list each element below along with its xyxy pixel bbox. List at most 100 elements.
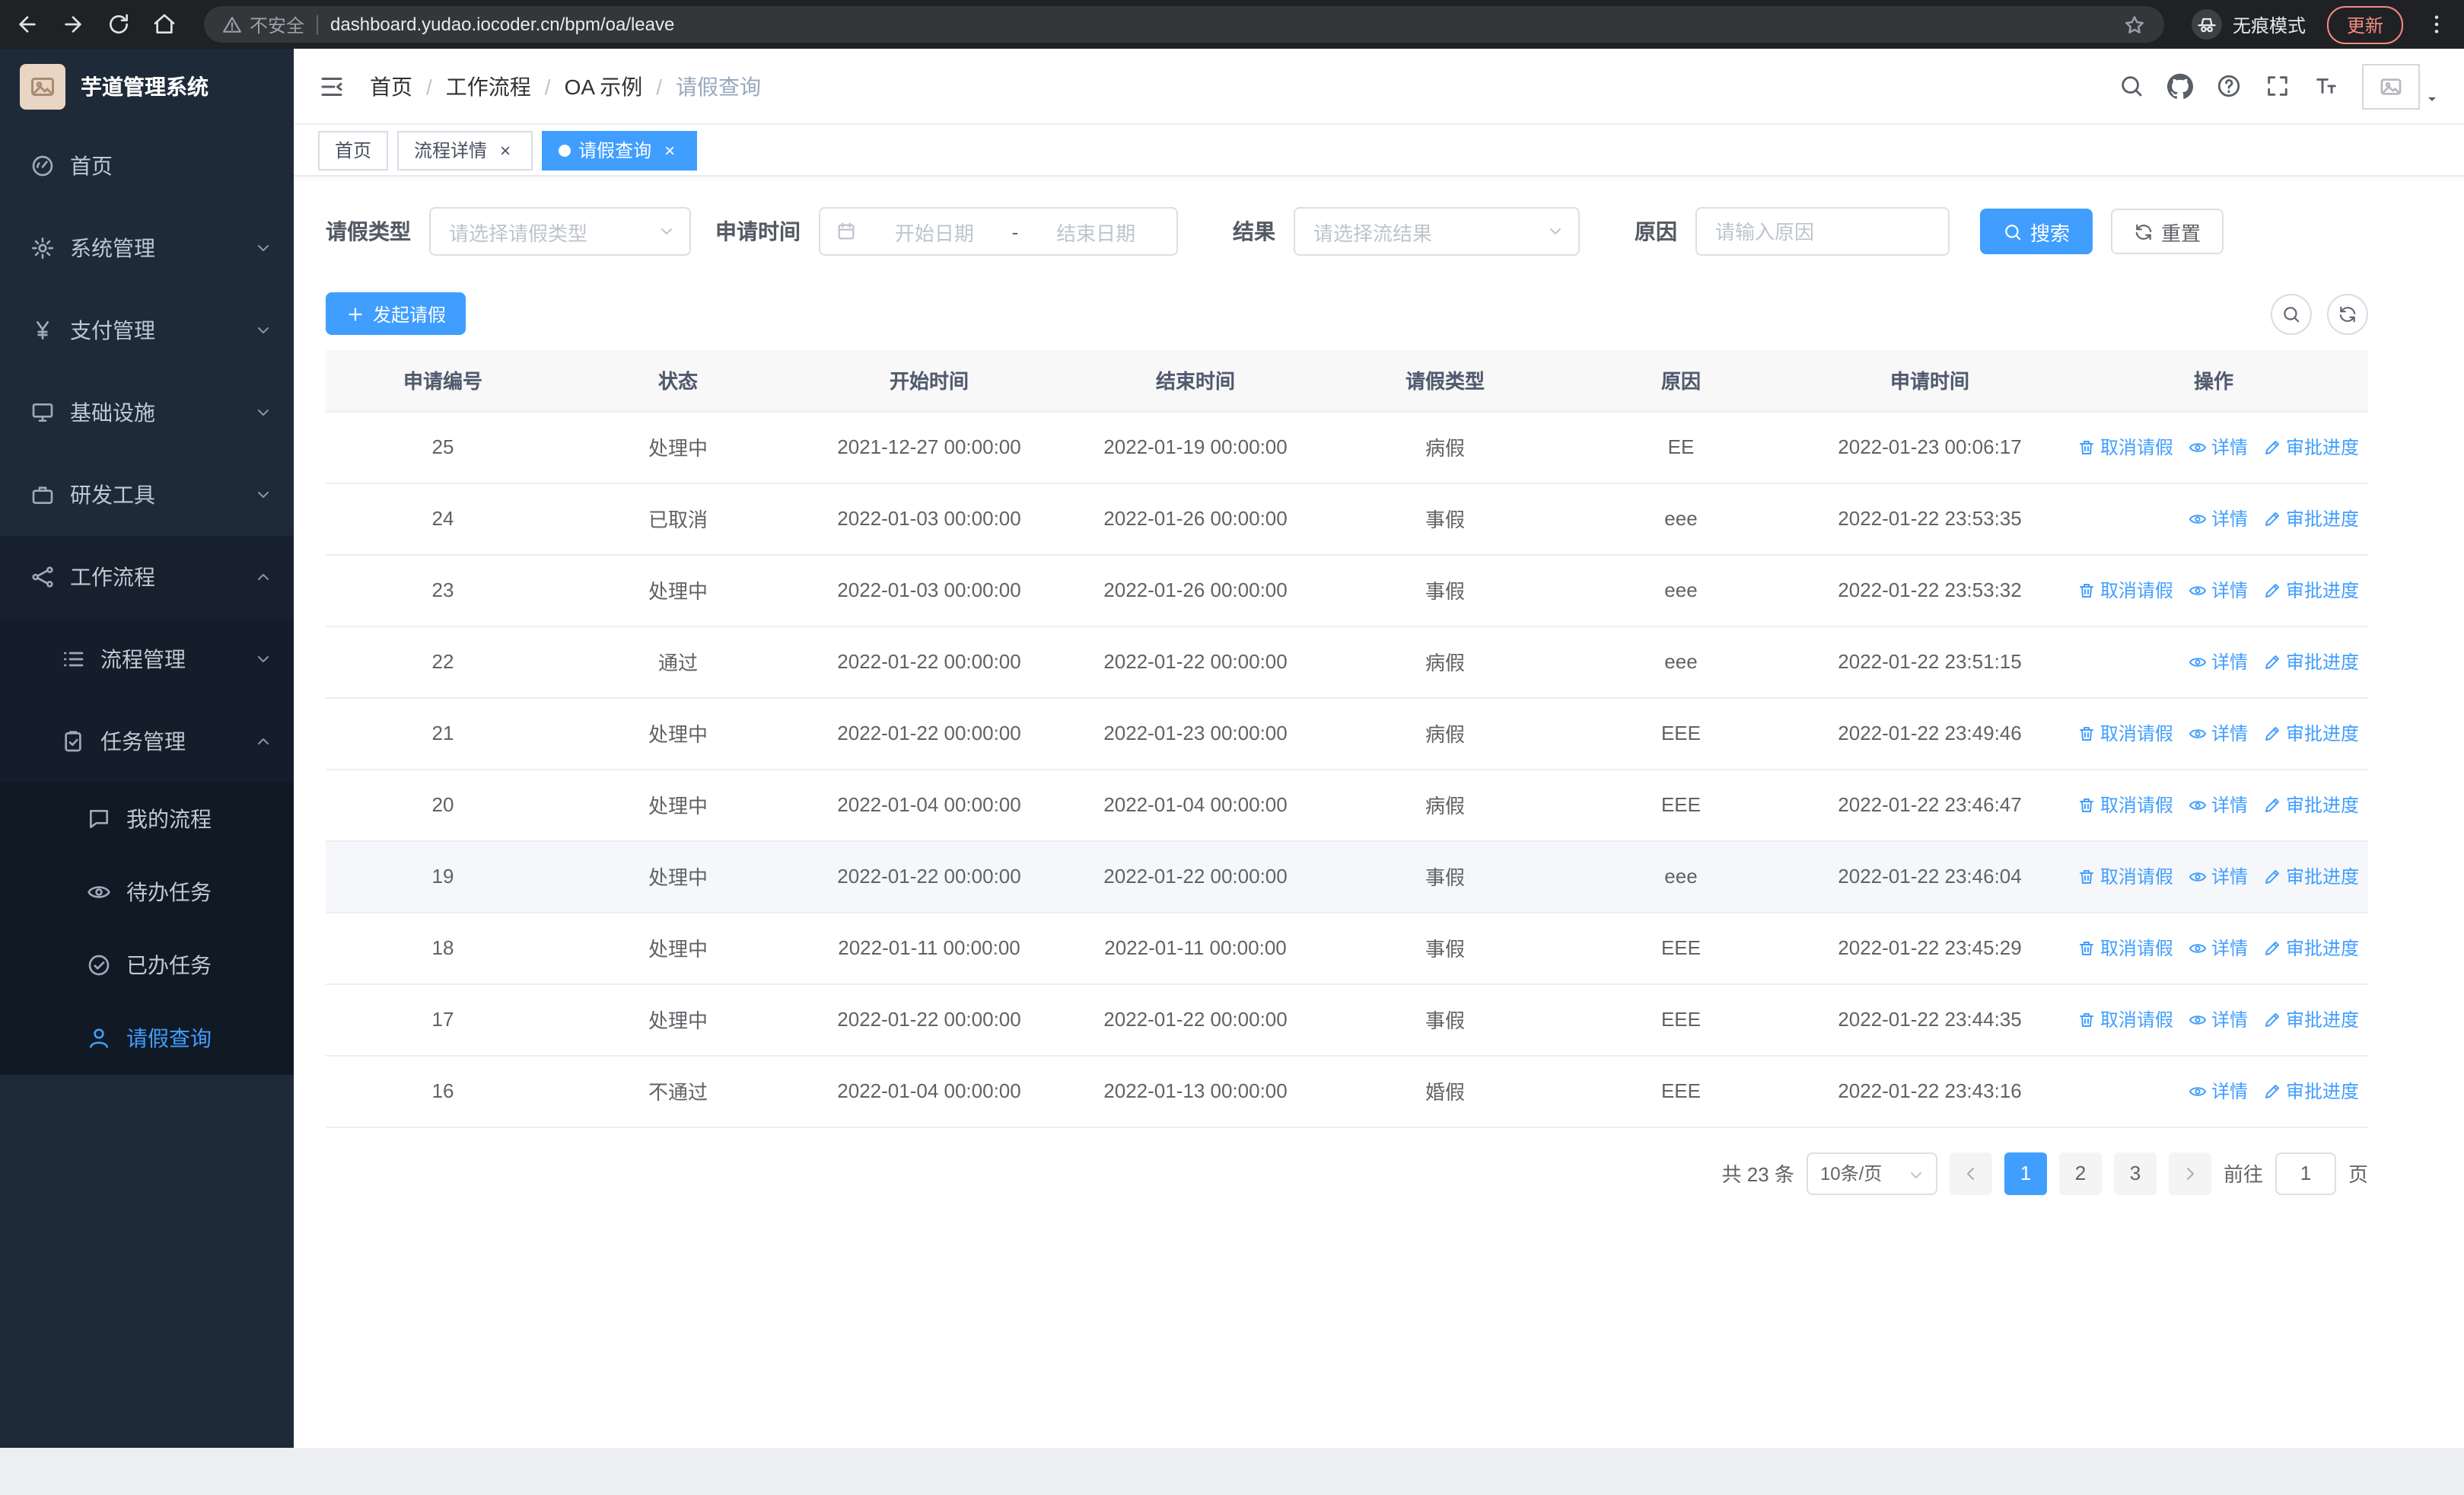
cell-type: 事假 — [1329, 912, 1561, 984]
cancel-leave-link[interactable]: 取消请假 — [2077, 577, 2173, 603]
tab-leave-query[interactable]: 请假查询 × — [542, 130, 698, 170]
table-row[interactable]: 19 处理中 2022-01-22 00:00:00 2022-01-22 00:00… — [326, 840, 2368, 913]
tab-process-detail[interactable]: 流程详情 × — [397, 130, 533, 170]
sidebar-menu: 首页 系统管理 支付管理 基础设施 研发工具 工作流程 流程管理 任务管理 我的流程 待办任务 已办… — [0, 125, 294, 1075]
edit-icon — [2263, 1010, 2281, 1028]
toggle-search-button[interactable] — [2271, 293, 2312, 334]
detail-link[interactable]: 详情 — [2189, 720, 2248, 746]
goto-page-input[interactable] — [2275, 1152, 2336, 1194]
table-row[interactable]: 21 处理中 2022-01-22 00:00:00 2022-01-23 00:00… — [326, 697, 2368, 770]
search-icon[interactable] — [2119, 73, 2144, 99]
sidebar-item-leave-query[interactable]: 请假查询 — [0, 1002, 294, 1075]
browser-reload-icon[interactable] — [107, 12, 131, 37]
browser-forward-icon[interactable] — [61, 12, 85, 37]
breadcrumb-item[interactable]: 首页 — [370, 71, 412, 101]
browser-menu-icon[interactable] — [2424, 12, 2449, 37]
sidebar-item-task-management[interactable]: 任务管理 — [0, 700, 294, 783]
update-button[interactable]: 更新 — [2326, 5, 2403, 43]
detail-link[interactable]: 详情 — [2189, 1006, 2248, 1032]
progress-link[interactable]: 审批进度 — [2263, 1006, 2359, 1032]
table-row[interactable]: 20 处理中 2022-01-04 00:00:00 2022-01-04 00:00… — [326, 769, 2368, 841]
page-button-1[interactable]: 1 — [2004, 1152, 2047, 1194]
table-row[interactable]: 18 处理中 2022-01-11 00:00:00 2022-01-11 00:00… — [326, 912, 2368, 984]
breadcrumb-item[interactable]: 工作流程 — [446, 71, 531, 101]
sidebar-item-dev-tools[interactable]: 研发工具 — [0, 454, 294, 536]
sidebar-item-todo-tasks[interactable]: 待办任务 — [0, 856, 294, 929]
reset-button[interactable]: 重置 — [2111, 209, 2224, 254]
sidebar-item-infrastructure[interactable]: 基础设施 — [0, 371, 294, 454]
detail-link[interactable]: 详情 — [2189, 1078, 2248, 1104]
progress-link[interactable]: 审批进度 — [2263, 720, 2359, 746]
progress-link[interactable]: 审批进度 — [2263, 792, 2359, 818]
cancel-leave-link[interactable]: 取消请假 — [2077, 434, 2173, 460]
font-size-icon[interactable] — [2313, 73, 2339, 99]
page-size-select[interactable]: 10条/页 — [1806, 1152, 1937, 1194]
suitcase-icon — [30, 483, 55, 507]
sidebar-item-workflow[interactable]: 工作流程 — [0, 536, 294, 618]
table-row[interactable]: 25 处理中 2021-12-27 00:00:00 2022-01-19 00:00… — [326, 411, 2368, 483]
sidebar-logo[interactable]: 芋道管理系统 — [0, 49, 294, 125]
apply-time-range-picker[interactable]: 开始日期 - 结束日期 — [819, 207, 1178, 256]
cancel-leave-link[interactable]: 取消请假 — [2077, 1006, 2173, 1032]
detail-link[interactable]: 详情 — [2189, 935, 2248, 961]
refresh-table-button[interactable] — [2327, 293, 2368, 334]
table-row[interactable]: 23 处理中 2022-01-03 00:00:00 2022-01-26 00:00… — [326, 554, 2368, 626]
github-icon[interactable] — [2167, 73, 2193, 99]
page-button-3[interactable]: 3 — [2113, 1152, 2157, 1194]
search-button[interactable]: 搜索 — [1980, 209, 2093, 254]
sidebar-item-payment[interactable]: 支付管理 — [0, 289, 294, 371]
progress-link[interactable]: 审批进度 — [2263, 1078, 2359, 1104]
detail-link[interactable]: 详情 — [2189, 863, 2248, 889]
prev-page-button[interactable] — [1949, 1152, 1992, 1194]
table-row[interactable]: 16 不通过 2022-01-04 00:00:00 2022-01-13 00:00… — [326, 1055, 2368, 1127]
result-select[interactable]: 请选择流结果 — [1294, 207, 1580, 256]
reason-input[interactable] — [1695, 207, 1950, 256]
progress-link[interactable]: 审批进度 — [2263, 577, 2359, 603]
sidebar-item-home[interactable]: 首页 — [0, 125, 294, 207]
table-row[interactable]: 24 已取消 2022-01-03 00:00:00 2022-01-26 00:00… — [326, 483, 2368, 555]
progress-link[interactable]: 审批进度 — [2263, 649, 2359, 674]
address-bar[interactable]: 不安全 dashboard.yudao.iocoder.cn/bpm/oa/le… — [204, 6, 2164, 43]
progress-link[interactable]: 审批进度 — [2263, 863, 2359, 889]
detail-label: 详情 — [2211, 795, 2248, 816]
sidebar-item-my-process[interactable]: 我的流程 — [0, 783, 294, 856]
table-row[interactable]: 22 通过 2022-01-22 00:00:00 2022-01-22 00:00:… — [326, 626, 2368, 698]
bookmark-star-icon[interactable] — [2123, 13, 2146, 36]
range-separator: - — [1011, 220, 1019, 243]
page-button-2[interactable]: 2 — [2058, 1152, 2102, 1194]
cancel-leave-link[interactable]: 取消请假 — [2077, 863, 2173, 889]
progress-link[interactable]: 审批进度 — [2263, 935, 2359, 961]
detail-link[interactable]: 详情 — [2189, 792, 2248, 818]
fullscreen-icon[interactable] — [2265, 73, 2291, 99]
breadcrumb-item[interactable]: OA 示例 — [565, 71, 643, 101]
sidebar-collapse-icon[interactable] — [318, 72, 345, 100]
cell-applied: 2022-01-23 00:06:17 — [1800, 411, 2059, 483]
cancel-leave-link[interactable]: 取消请假 — [2077, 720, 2173, 746]
question-icon[interactable] — [2216, 73, 2242, 99]
next-page-button[interactable] — [2168, 1152, 2211, 1194]
table-row[interactable]: 17 处理中 2022-01-22 00:00:00 2022-01-22 00:00… — [326, 983, 2368, 1056]
security-indicator[interactable]: 不安全 — [222, 11, 304, 37]
progress-link[interactable]: 审批进度 — [2263, 434, 2359, 460]
progress-link[interactable]: 审批进度 — [2263, 505, 2359, 531]
leave-type-select[interactable]: 请选择请假类型 — [429, 207, 691, 256]
sidebar-item-done-tasks[interactable]: 已办任务 — [0, 929, 294, 1002]
cancel-leave-link[interactable]: 取消请假 — [2077, 792, 2173, 818]
cancel-leave-link[interactable]: 取消请假 — [2077, 935, 2173, 961]
detail-link[interactable]: 详情 — [2189, 434, 2248, 460]
tab-close-icon[interactable]: × — [495, 139, 516, 161]
url-text[interactable]: dashboard.yudao.iocoder.cn/bpm/oa/leave — [330, 14, 2111, 35]
tab-close-icon[interactable]: × — [659, 139, 680, 161]
edit-icon — [2263, 795, 2281, 814]
detail-link[interactable]: 详情 — [2189, 577, 2248, 603]
tab-home[interactable]: 首页 — [318, 130, 389, 170]
detail-link[interactable]: 详情 — [2189, 505, 2248, 531]
browser-home-icon[interactable] — [152, 12, 177, 37]
sidebar-item-process-management[interactable]: 流程管理 — [0, 618, 294, 700]
detail-link[interactable]: 详情 — [2189, 649, 2248, 674]
sidebar-item-system[interactable]: 系统管理 — [0, 207, 294, 289]
user-menu[interactable] — [2362, 63, 2440, 109]
trash-icon — [2077, 939, 2096, 957]
create-leave-button[interactable]: 发起请假 — [326, 292, 466, 335]
browser-back-icon[interactable] — [15, 12, 40, 37]
